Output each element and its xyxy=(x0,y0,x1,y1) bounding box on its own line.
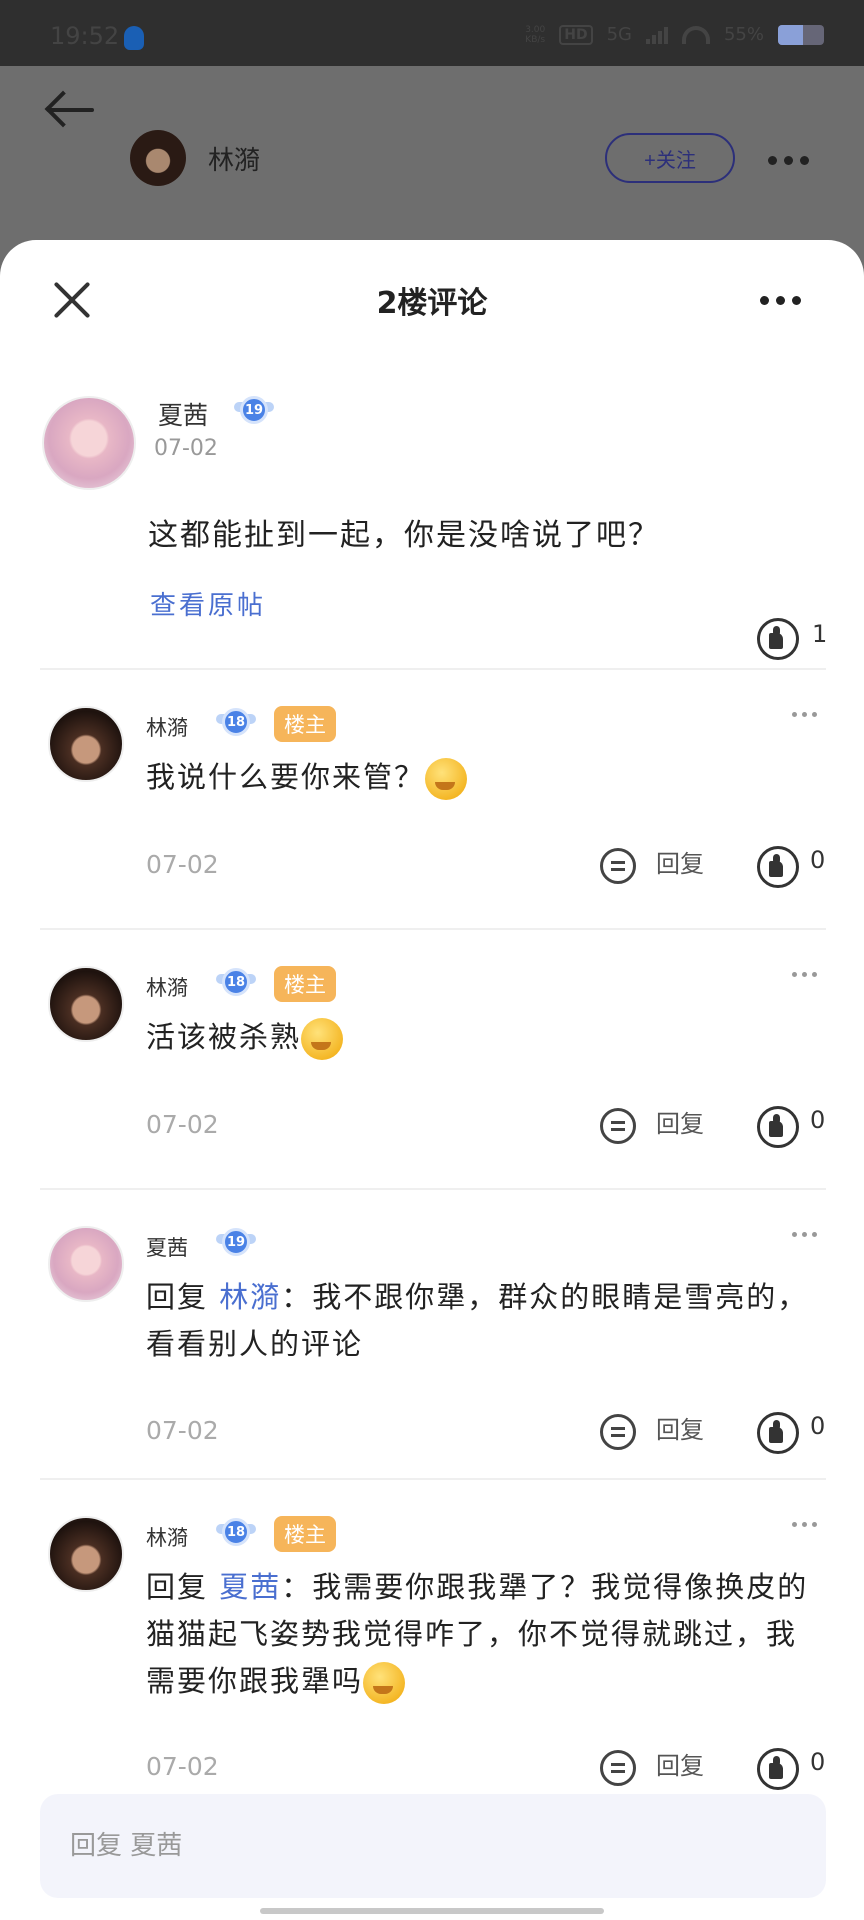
reply-more-icon[interactable] xyxy=(792,712,817,717)
reply-more-icon[interactable] xyxy=(792,1232,817,1237)
battery-level xyxy=(778,24,804,45)
follow-button[interactable]: +关注 xyxy=(605,133,735,183)
comment-text: 这都能扯到一起，你是没啥说了吧？ xyxy=(148,518,660,553)
battery-icon xyxy=(778,24,824,45)
like-count: 1 xyxy=(812,620,828,648)
signal-icon xyxy=(645,26,668,44)
status-bar: 19:52 3.00 KB/s HD 5G 55% xyxy=(0,0,864,66)
like-count: 0 xyxy=(810,1748,826,1776)
reply-icon[interactable] xyxy=(600,848,636,884)
wifi-icon xyxy=(681,25,710,44)
level-badge: 18 xyxy=(216,964,256,1000)
divider xyxy=(40,928,826,930)
avatar[interactable] xyxy=(48,706,124,782)
reply-icon[interactable] xyxy=(600,1750,636,1786)
avatar[interactable] xyxy=(42,396,136,490)
status-icons: 3.00 KB/s HD 5G 55% xyxy=(525,24,824,45)
face-emoji-icon xyxy=(301,1018,344,1060)
level-badge: 19 xyxy=(234,392,274,428)
network-speed: 3.00 KB/s xyxy=(525,24,546,45)
reply-author[interactable]: 林漪 xyxy=(146,1522,188,1552)
reply-button[interactable]: 回复 xyxy=(656,1104,704,1139)
owner-badge: 楼主 xyxy=(274,966,336,1002)
like-icon[interactable] xyxy=(757,1412,799,1454)
sheet-more-icon[interactable] xyxy=(760,296,801,305)
comment-sheet: 2楼评论 夏茜 19 07-02 这都能扯到一起，你是没啥说了吧？ 查看原帖 1… xyxy=(0,240,864,1920)
owner-badge: 楼主 xyxy=(274,706,336,742)
reply-author[interactable]: 林漪 xyxy=(146,972,188,1002)
reply-text: 回复 夏茜：我需要你跟我犟了？我觉得像换皮的猫猫起飞姿势我觉得咋了，你不觉得就跳… xyxy=(146,1564,826,1705)
reply-button[interactable]: 回复 xyxy=(656,1410,704,1445)
reply-more-icon[interactable] xyxy=(792,972,817,977)
divider xyxy=(40,668,826,670)
reply-date: 07-02 xyxy=(146,1752,219,1781)
header-avatar[interactable] xyxy=(130,130,186,186)
comment-author[interactable]: 夏茜 xyxy=(158,396,208,432)
reply-icon[interactable] xyxy=(600,1414,636,1450)
owner-badge: 楼主 xyxy=(274,1516,336,1552)
level-badge: 19 xyxy=(216,1224,256,1260)
reply-date: 07-02 xyxy=(146,1416,219,1445)
reply-author[interactable]: 夏茜 xyxy=(146,1232,188,1262)
like-icon[interactable] xyxy=(757,1748,799,1790)
avatar[interactable] xyxy=(48,966,124,1042)
mention-link[interactable]: 林漪 xyxy=(219,1280,281,1314)
like-count: 0 xyxy=(810,846,826,874)
header-more-icon[interactable] xyxy=(768,156,809,165)
reply-more-icon[interactable] xyxy=(792,1522,817,1527)
status-time: 19:52 xyxy=(50,22,120,50)
hd-icon: HD xyxy=(559,24,593,45)
battery-percent: 55% xyxy=(723,24,764,45)
reply-button[interactable]: 回复 xyxy=(656,1746,704,1781)
reply-icon[interactable] xyxy=(600,1108,636,1144)
like-count: 0 xyxy=(810,1106,826,1134)
avatar[interactable] xyxy=(48,1226,124,1302)
mention-link[interactable]: 夏茜 xyxy=(219,1570,281,1604)
avatar[interactable] xyxy=(48,1516,124,1592)
like-icon[interactable] xyxy=(757,618,799,660)
comment-date: 07-02 xyxy=(154,436,218,461)
home-indicator[interactable] xyxy=(260,1908,604,1914)
sheet-title: 2楼评论 xyxy=(376,286,488,321)
like-icon[interactable] xyxy=(757,846,799,888)
face-emoji-icon xyxy=(363,1662,406,1704)
qq-notification-icon xyxy=(124,26,144,50)
reply-text: 活该被杀熟 xyxy=(146,1014,826,1061)
reply-text: 回复 林漪：我不跟你犟，群众的眼睛是雪亮的，看看别人的评论 xyxy=(146,1280,809,1361)
divider xyxy=(40,1478,826,1480)
like-count: 0 xyxy=(810,1412,826,1440)
like-icon[interactable] xyxy=(757,1106,799,1148)
back-arrow-icon[interactable] xyxy=(44,88,96,132)
reply-date: 07-02 xyxy=(146,1110,219,1139)
divider xyxy=(40,1188,826,1190)
face-emoji-icon xyxy=(425,758,468,800)
reply-button[interactable]: 回复 xyxy=(656,844,704,879)
reply-date: 07-02 xyxy=(146,850,219,879)
level-badge: 18 xyxy=(216,1514,256,1550)
reply-input[interactable] xyxy=(40,1794,826,1898)
reply-input-bar xyxy=(40,1794,826,1898)
level-badge: 18 xyxy=(216,704,256,740)
reply-text: 我说什么要你来管？ xyxy=(146,754,826,801)
network-type: 5G xyxy=(606,24,632,45)
reply-author[interactable]: 林漪 xyxy=(146,712,188,742)
header-username[interactable]: 林漪 xyxy=(208,140,260,177)
view-original-link[interactable]: 查看原帖 xyxy=(150,585,266,622)
